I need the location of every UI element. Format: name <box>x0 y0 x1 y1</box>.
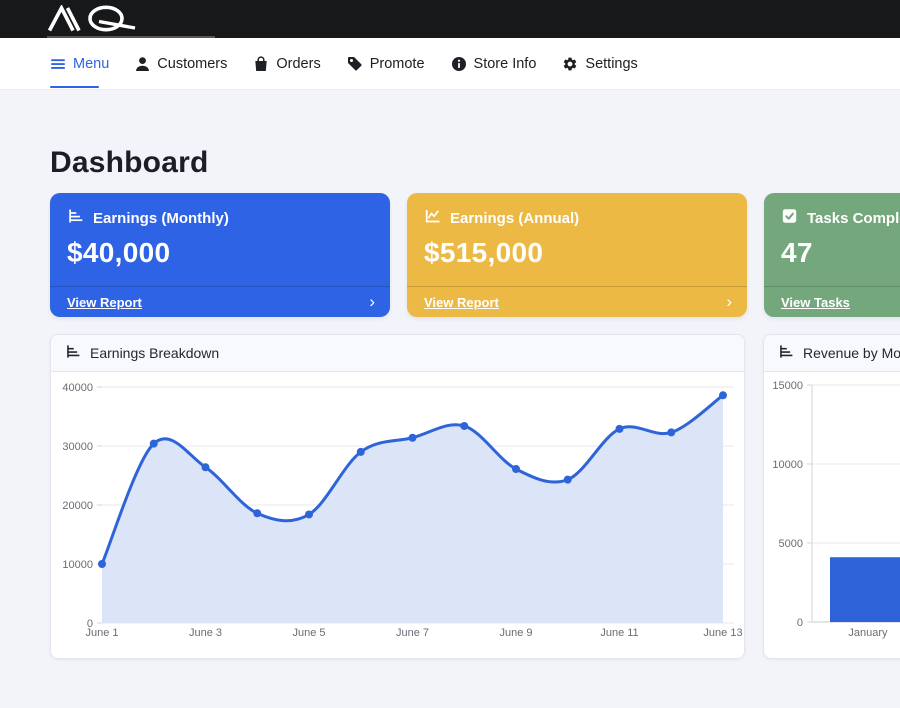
stat-card-label: Earnings (Annual) <box>450 210 579 227</box>
aq-logo[interactable] <box>47 5 137 38</box>
nav-item-promote[interactable]: Promote <box>347 56 425 72</box>
nav-item-settings[interactable]: Settings <box>562 56 637 72</box>
stat-cards-row: Earnings (Monthly) $40,000 View Report ›… <box>50 193 900 317</box>
chart-bar-icon <box>778 344 794 362</box>
svg-text:20000: 20000 <box>62 500 93 512</box>
stat-card-tasks-completed: Tasks Completed 47 View Tasks › <box>764 193 900 317</box>
chart-line-icon <box>424 208 441 228</box>
svg-text:June 9: June 9 <box>499 627 532 639</box>
svg-text:5000: 5000 <box>779 538 803 550</box>
svg-text:10000: 10000 <box>62 559 93 571</box>
gear-icon <box>562 56 578 72</box>
stat-card-label: Earnings (Monthly) <box>93 210 229 227</box>
svg-text:June 11: June 11 <box>600 627 638 639</box>
topbar <box>0 0 900 38</box>
chart-bar-icon <box>67 208 84 228</box>
nav-item-label: Menu <box>73 56 109 72</box>
stat-card-label: Tasks Completed <box>807 210 900 227</box>
svg-text:June 3: June 3 <box>189 627 222 639</box>
svg-text:June 13: June 13 <box>703 627 742 639</box>
nav-item-store-info[interactable]: Store Info <box>451 56 537 72</box>
nav-item-label: Settings <box>585 56 637 72</box>
view-report-link[interactable]: View Report › <box>407 286 747 317</box>
nav-item-menu[interactable]: Menu <box>50 56 109 72</box>
charts-row: Earnings Breakdown 0 10000 20000 30000 40000… <box>50 334 900 659</box>
svg-text:30000: 30000 <box>62 441 93 453</box>
check-square-icon <box>781 208 798 228</box>
stat-card-value: $40,000 <box>50 228 390 269</box>
svg-text:0: 0 <box>797 617 803 629</box>
nav-item-orders[interactable]: Orders <box>253 56 320 72</box>
chevron-right-icon: › <box>726 293 732 310</box>
svg-text:June 1: June 1 <box>85 627 118 639</box>
info-icon <box>451 56 467 72</box>
svg-text:January: January <box>848 627 888 639</box>
nav-item-label: Store Info <box>474 56 537 72</box>
chart-bar-icon <box>65 344 81 362</box>
svg-text:June 5: June 5 <box>292 627 325 639</box>
main-content: Dashboard Earnings (Monthly) $40,000 Vie… <box>0 146 900 659</box>
revenue-by-month-chart: 0 5000 10000 15000 January <box>764 372 900 658</box>
nav-item-label: Orders <box>276 56 320 72</box>
svg-text:40000: 40000 <box>62 382 93 394</box>
view-tasks-link[interactable]: View Tasks › <box>764 286 900 317</box>
view-report-link[interactable]: View Report › <box>50 286 390 317</box>
nav-item-label: Promote <box>370 56 425 72</box>
navbar: Menu Customers Orders Promote Store Info… <box>0 38 900 90</box>
active-tab-indicator <box>50 86 99 89</box>
nav-item-customers[interactable]: Customers <box>135 56 227 72</box>
svg-text:10000: 10000 <box>772 459 803 471</box>
nav-item-label: Customers <box>157 56 227 72</box>
earnings-breakdown-card: Earnings Breakdown 010000200003000040000… <box>50 334 745 659</box>
bag-icon <box>253 56 269 72</box>
revenue-by-month-card: Revenue by Month 0 5000 10000 15000 January <box>763 334 900 659</box>
hamburger-icon <box>50 56 66 72</box>
stat-card-earnings-annual: Earnings (Annual) $515,000 View Report › <box>407 193 747 317</box>
earnings-breakdown-chart: 010000200003000040000June 1June 3June 5J… <box>51 372 744 658</box>
page-title: Dashboard <box>50 146 900 180</box>
stat-card-value: 47 <box>764 228 900 269</box>
person-icon <box>135 56 150 72</box>
svg-text:15000: 15000 <box>772 380 803 392</box>
svg-text:June 7: June 7 <box>396 627 429 639</box>
chevron-right-icon: › <box>369 293 375 310</box>
chart-title: Earnings Breakdown <box>90 345 219 361</box>
chart-title: Revenue by Month <box>803 345 900 361</box>
stat-card-value: $515,000 <box>407 228 747 269</box>
stat-card-earnings-monthly: Earnings (Monthly) $40,000 View Report › <box>50 193 390 317</box>
tag-icon <box>347 56 363 72</box>
